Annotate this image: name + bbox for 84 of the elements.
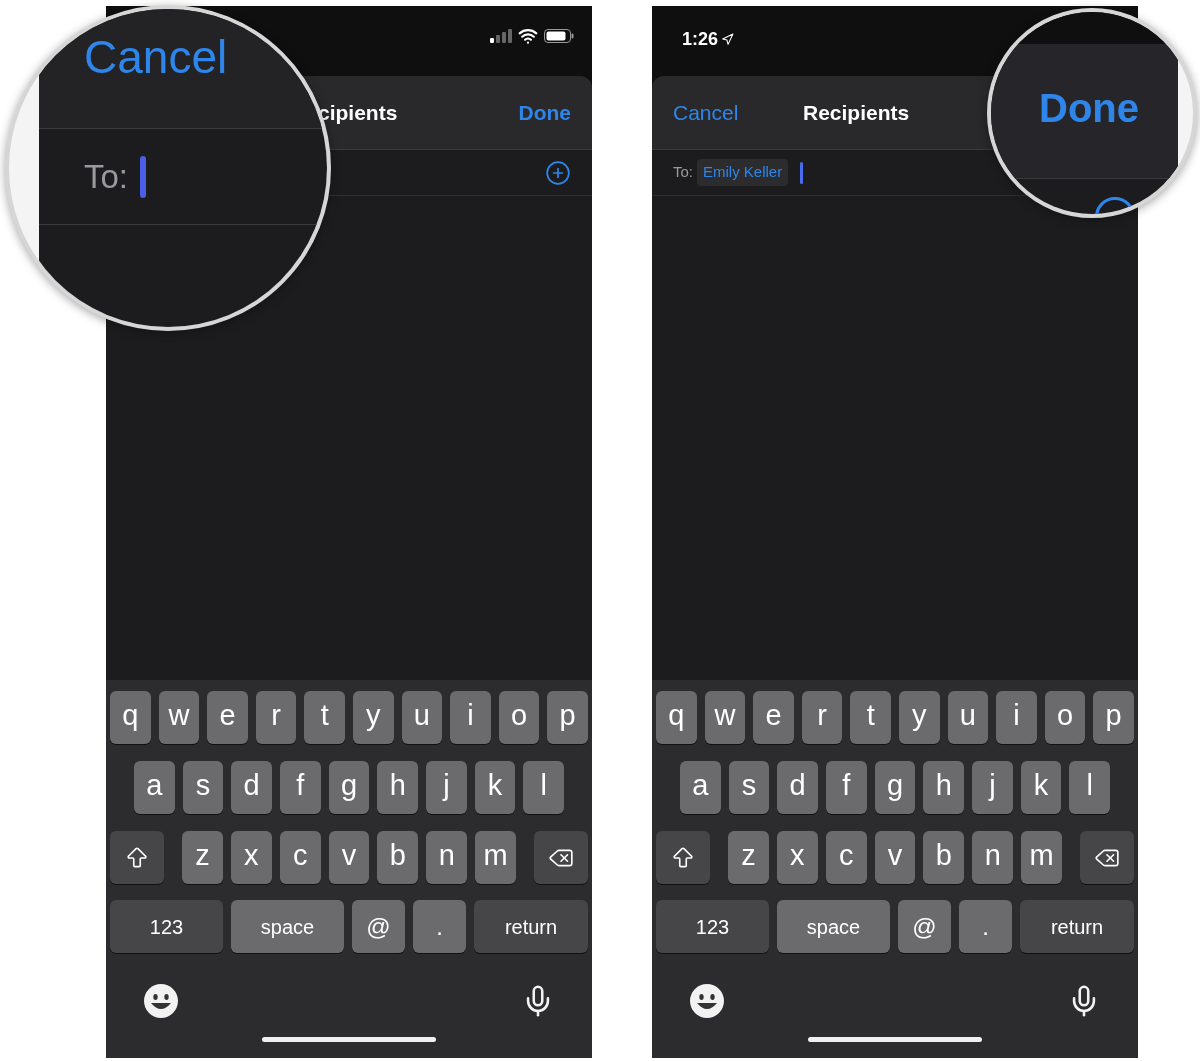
key[interactable]: p <box>1093 691 1134 744</box>
backspace-key[interactable] <box>1080 831 1134 884</box>
key[interactable]: x <box>776 831 818 884</box>
signal-icon <box>490 29 512 43</box>
smiley-icon[interactable] <box>689 983 725 1019</box>
key[interactable]: q <box>110 691 151 744</box>
shift-key[interactable] <box>110 831 164 884</box>
key[interactable]: n <box>426 831 468 884</box>
shift-key[interactable] <box>656 831 710 884</box>
return-key[interactable]: return <box>1020 900 1134 953</box>
key[interactable]: z <box>182 831 223 884</box>
key[interactable]: j <box>426 761 467 814</box>
to-label: To: <box>673 162 693 183</box>
key[interactable]: b <box>923 831 965 884</box>
key[interactable]: h <box>923 761 965 814</box>
key[interactable]: f <box>826 761 867 814</box>
key[interactable]: y <box>898 691 940 744</box>
key[interactable]: w <box>704 691 746 744</box>
space-key[interactable]: space <box>231 900 344 953</box>
key[interactable]: q <box>656 691 697 744</box>
key[interactable]: b <box>377 831 419 884</box>
text-cursor <box>140 155 147 198</box>
key[interactable]: p <box>547 691 588 744</box>
key[interactable]: v <box>874 831 916 884</box>
key[interactable]: e <box>753 691 794 744</box>
key[interactable]: c <box>279 831 321 884</box>
cancel-button[interactable]: Cancel <box>673 96 803 129</box>
key[interactable]: @ <box>352 900 405 953</box>
key[interactable]: k <box>474 761 516 814</box>
key[interactable]: f <box>280 761 321 814</box>
cancel-button-magnified[interactable]: Cancel <box>84 34 228 80</box>
space-key[interactable]: space <box>777 900 890 953</box>
key[interactable]: l <box>523 761 565 814</box>
key[interactable]: l <box>1069 761 1111 814</box>
key[interactable]: 123 <box>110 900 223 953</box>
key[interactable]: j <box>972 761 1013 814</box>
backspace-key[interactable] <box>534 831 588 884</box>
done-button-magnified[interactable]: Done <box>1039 88 1139 128</box>
battery-icon <box>544 29 574 43</box>
key[interactable]: s <box>182 761 224 814</box>
key[interactable]: a <box>134 761 175 814</box>
key[interactable]: v <box>328 831 370 884</box>
smiley-icon[interactable] <box>143 983 179 1019</box>
key[interactable]: h <box>377 761 419 814</box>
key[interactable]: e <box>207 691 248 744</box>
wifi-icon <box>518 26 538 46</box>
key[interactable]: 123 <box>656 900 769 953</box>
key[interactable]: x <box>230 831 272 884</box>
key[interactable]: d <box>777 761 818 814</box>
text-cursor <box>800 161 804 184</box>
key[interactable]: r <box>255 691 297 744</box>
status-time: 1:26 <box>682 28 719 51</box>
key[interactable]: n <box>972 831 1014 884</box>
key[interactable]: k <box>1020 761 1062 814</box>
key[interactable]: t <box>850 691 891 744</box>
key[interactable]: . <box>959 900 1012 953</box>
key[interactable]: g <box>328 761 370 814</box>
key[interactable]: g <box>874 761 916 814</box>
key[interactable]: u <box>947 691 989 744</box>
recipient-chip[interactable]: Emily Keller <box>697 159 789 186</box>
key[interactable]: s <box>728 761 770 814</box>
key[interactable]: r <box>801 691 843 744</box>
location-arrow-icon <box>721 33 735 46</box>
key[interactable]: z <box>728 831 769 884</box>
key[interactable]: t <box>304 691 345 744</box>
key[interactable]: . <box>413 900 466 953</box>
key[interactable]: m <box>475 831 516 884</box>
done-button[interactable]: Done <box>518 96 571 129</box>
key[interactable]: a <box>680 761 721 814</box>
key[interactable]: d <box>231 761 272 814</box>
key[interactable]: @ <box>898 900 951 953</box>
key[interactable]: y <box>352 691 394 744</box>
key[interactable]: c <box>825 831 867 884</box>
sheet-title: Recipients <box>803 99 910 126</box>
key[interactable]: m <box>1021 831 1062 884</box>
key[interactable]: i <box>996 691 1037 744</box>
key[interactable]: o <box>1044 691 1086 744</box>
return-key[interactable]: return <box>474 900 588 953</box>
key[interactable]: w <box>158 691 200 744</box>
key[interactable]: i <box>450 691 491 744</box>
sheet-title: cipients <box>318 99 398 126</box>
key[interactable]: o <box>498 691 540 744</box>
key[interactable]: u <box>401 691 443 744</box>
to-label-magnified: To: <box>84 156 129 197</box>
